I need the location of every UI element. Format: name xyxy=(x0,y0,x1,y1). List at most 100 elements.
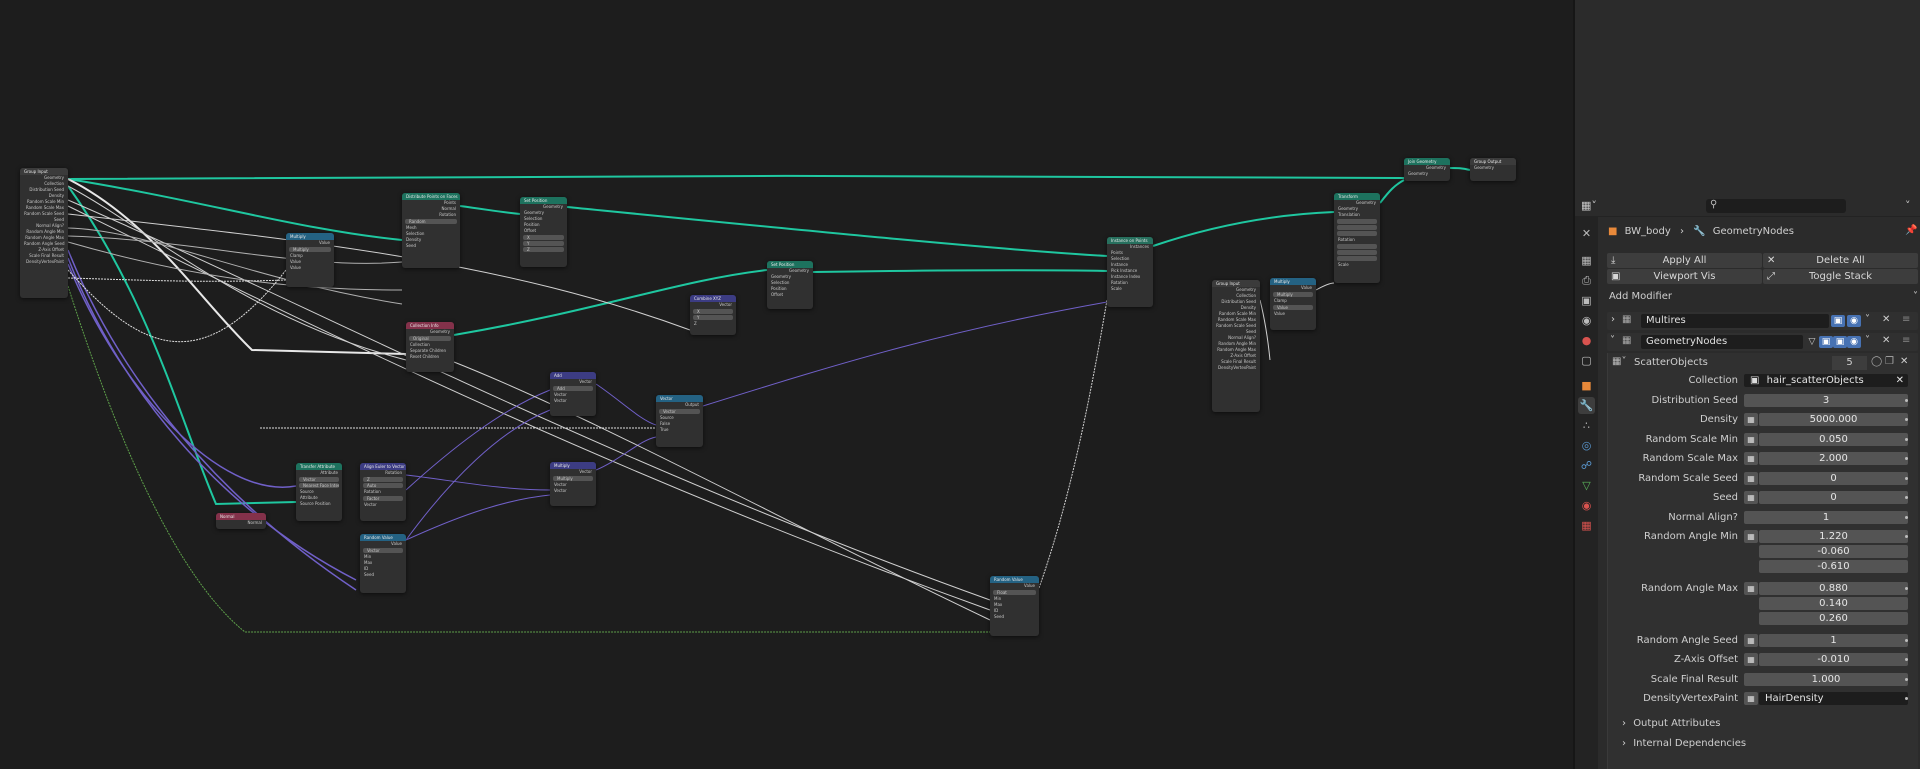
attribute-toggle-icon[interactable]: ▦ xyxy=(1744,653,1758,666)
keyframe-dot[interactable] xyxy=(1905,658,1908,661)
node-math-multiply[interactable]: Multiply Value Multiply Clamp Value Valu… xyxy=(286,233,334,287)
internal-dependencies-panel[interactable]: › Internal Dependencies xyxy=(1622,736,1746,751)
scene-tab-icon[interactable]: ◉ xyxy=(1578,312,1595,329)
add-modifier-dropdown[interactable]: Add Modifier ˅ xyxy=(1607,289,1918,305)
duplicate-icon[interactable]: ❐ xyxy=(1885,356,1894,367)
fake-user-icon[interactable]: ◯ xyxy=(1871,356,1882,367)
node-vector-add[interactable]: Add Vector Add Vector Vector xyxy=(550,372,596,416)
node-dropdown[interactable]: Add xyxy=(553,386,593,391)
node-collection-info[interactable]: Collection Info Geometry Original Collec… xyxy=(406,322,454,372)
keyframe-dot[interactable] xyxy=(1905,438,1908,441)
reset-children-checkbox[interactable]: Reset Children xyxy=(406,354,454,360)
keyframe-dot[interactable] xyxy=(1905,457,1908,460)
constraints-tab-icon[interactable]: ☍ xyxy=(1578,457,1595,474)
node-instance-on-points[interactable]: Instance on Points Instances Points Sele… xyxy=(1107,237,1153,307)
apply-all-button[interactable]: ⤓ Apply All xyxy=(1607,253,1762,268)
node-editor[interactable]: Group Input Geometry Collection Distribu… xyxy=(0,0,1573,769)
render-toggle[interactable]: ◉ xyxy=(1847,336,1861,348)
attribute-toggle-icon[interactable]: ▦ xyxy=(1744,692,1758,705)
modifier-panel-geometrynodes[interactable]: ˅ ▦ GeometryNodes ▽ ▣ ▣ ◉ ˅ ✕ ≡ xyxy=(1607,333,1918,351)
search-input[interactable]: ⚲ xyxy=(1706,199,1846,213)
material-tab-icon[interactable]: ◉ xyxy=(1578,497,1595,514)
node-dropdown[interactable]: Vector xyxy=(659,409,700,414)
vector-field-y[interactable]: Y xyxy=(693,315,733,320)
value-field[interactable]: 0 xyxy=(1759,472,1908,485)
node-group-input[interactable]: Group Input Geometry Collection Distribu… xyxy=(20,168,68,298)
close-icon[interactable]: ✕ xyxy=(1882,314,1890,325)
view-layer-tab-icon[interactable]: ▣ xyxy=(1578,292,1595,309)
attribute-toggle-icon[interactable]: ▦ xyxy=(1744,582,1758,595)
drag-handle-icon[interactable]: ≡ xyxy=(1902,314,1910,325)
node-join-geometry[interactable]: Join Geometry Geometry Geometry xyxy=(1404,158,1450,181)
node-group-selector[interactable]: ▦˅ ScatterObjects 5 ◯ ❐ ✕ xyxy=(1612,356,1914,370)
object-tab-icon[interactable]: ■ xyxy=(1578,377,1595,394)
toggle-stack-button[interactable]: ⤢ Toggle Stack xyxy=(1763,269,1918,284)
node-transfer-attribute[interactable]: Transfer Attribute Attribute Vector Near… xyxy=(296,463,342,521)
node-dropdown[interactable]: Vector xyxy=(363,548,403,553)
transform-space-toggle[interactable]: Original xyxy=(409,336,451,341)
keyframe-dot[interactable] xyxy=(1905,587,1908,590)
render-toggle[interactable]: ◉ xyxy=(1847,315,1861,327)
attribute-name-field[interactable]: HairDensity xyxy=(1759,692,1908,705)
node-switch-vector[interactable]: Vector Output Vector Source False True xyxy=(656,395,703,447)
attribute-toggle-icon[interactable]: ▦ xyxy=(1744,491,1758,504)
attribute-toggle-icon[interactable]: ▦ xyxy=(1744,413,1758,426)
chevron-right-icon[interactable]: › xyxy=(1611,314,1615,325)
close-icon[interactable]: ✕ xyxy=(1900,356,1908,367)
collection-field[interactable]: ▣ hair_scatterObjects ✕ xyxy=(1744,374,1908,387)
keyframe-dot[interactable] xyxy=(1905,418,1908,421)
node-combine-xyz[interactable]: Combine XYZ Vector X Y Z xyxy=(690,295,736,335)
texture-tab-icon[interactable]: ▦ xyxy=(1578,517,1595,534)
node-math-multiply[interactable]: Multiply Value Multiply Clamp Value Valu… xyxy=(1270,278,1316,330)
modifier-tab-icon[interactable]: 🔧 xyxy=(1578,397,1595,414)
node-dropdown[interactable]: Multiply xyxy=(1273,292,1313,297)
output-tab-icon[interactable]: ⎙ xyxy=(1578,272,1595,289)
value-field[interactable]: 0 xyxy=(1759,491,1908,504)
value-field[interactable]: Value xyxy=(1273,305,1313,310)
close-icon[interactable]: ✕ xyxy=(1896,374,1904,387)
data-tab-icon[interactable]: ▽ xyxy=(1578,477,1595,494)
vector-field-x[interactable]: 0.880 xyxy=(1759,582,1908,595)
editor-type-icon[interactable]: ▦˅ xyxy=(1581,199,1597,213)
keyframe-dot[interactable] xyxy=(1905,496,1908,499)
value-field[interactable]: -0.010 xyxy=(1759,653,1908,666)
keyframe-dot[interactable] xyxy=(1905,678,1908,681)
attribute-toggle-icon[interactable]: ▦ xyxy=(1744,452,1758,465)
edit-mode-toggle[interactable]: ▣ xyxy=(1819,336,1833,348)
node-random-value[interactable]: Random Value Value Float Min Max ID Seed xyxy=(990,576,1039,636)
factor-field[interactable]: Factor xyxy=(363,496,403,501)
vector-field-z[interactable]: Z xyxy=(523,247,564,252)
vector-field-y[interactable]: 0.140 xyxy=(1759,597,1908,610)
node-dropdown[interactable]: Vector xyxy=(299,477,339,482)
node-group-output[interactable]: Group Output Geometry xyxy=(1470,158,1516,181)
node-group-input[interactable]: Group Input Geometry Collection Distribu… xyxy=(1212,280,1260,412)
world-tab-icon[interactable]: ● xyxy=(1578,332,1595,349)
node-set-position[interactable]: Set Position Geometry Geometry Selection… xyxy=(520,197,567,267)
vector-field-y[interactable]: -0.060 xyxy=(1759,545,1908,558)
physics-tab-icon[interactable]: ◎ xyxy=(1578,437,1595,454)
keyframe-dot[interactable] xyxy=(1905,639,1908,642)
vector-field[interactable] xyxy=(1337,219,1377,224)
keyframe-dot[interactable] xyxy=(1905,477,1908,480)
edit-mode-toggle[interactable]: ▣ xyxy=(1831,315,1845,327)
keyframe-dot[interactable] xyxy=(1905,399,1908,402)
axis-toggle[interactable]: Z xyxy=(363,477,403,482)
particles-tab-icon[interactable]: ∴ xyxy=(1578,417,1595,434)
on-cage-toggle[interactable]: ▽ xyxy=(1805,336,1819,348)
chevron-down-icon[interactable]: ˅ xyxy=(1610,335,1615,346)
node-normal[interactable]: Normal Normal xyxy=(216,513,266,529)
clamp-checkbox[interactable]: Clamp xyxy=(1270,298,1316,304)
node-distribute-points[interactable]: Distribute Points on Faces Points Normal… xyxy=(402,193,460,268)
viewport-toggle[interactable]: ▣ xyxy=(1833,336,1847,348)
value-field[interactable]: 1.000 xyxy=(1744,673,1908,686)
value-field[interactable]: 1 xyxy=(1759,634,1908,647)
keyframe-dot[interactable] xyxy=(1905,516,1908,519)
node-transform[interactable]: Transform Geometry Geometry Translation … xyxy=(1334,193,1380,283)
vector-field[interactable] xyxy=(1337,244,1377,249)
value-field[interactable]: 3 xyxy=(1744,394,1908,407)
collection-tab-icon[interactable]: ▢ xyxy=(1578,352,1595,369)
vector-field-x[interactable]: 1.220 xyxy=(1759,530,1908,543)
output-attributes-panel[interactable]: › Output Attributes xyxy=(1622,716,1720,731)
render-tab-icon[interactable]: ▦ xyxy=(1578,252,1595,269)
node-set-position[interactable]: Set Position Geometry Geometry Selection… xyxy=(767,261,813,309)
